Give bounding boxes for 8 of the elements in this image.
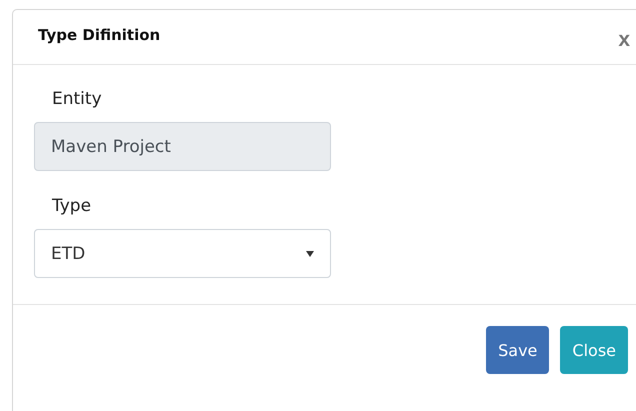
close-button[interactable]: Close <box>560 326 628 374</box>
save-button[interactable]: Save <box>486 326 550 374</box>
dialog-title: Type Difinition <box>38 26 160 44</box>
field-label: Type <box>52 196 92 216</box>
field-label: Entity <box>52 89 103 109</box>
type-dropdown[interactable]: ETD <box>34 229 331 278</box>
close-button[interactable]: x <box>618 28 630 52</box>
caret-icon <box>306 250 314 256</box>
